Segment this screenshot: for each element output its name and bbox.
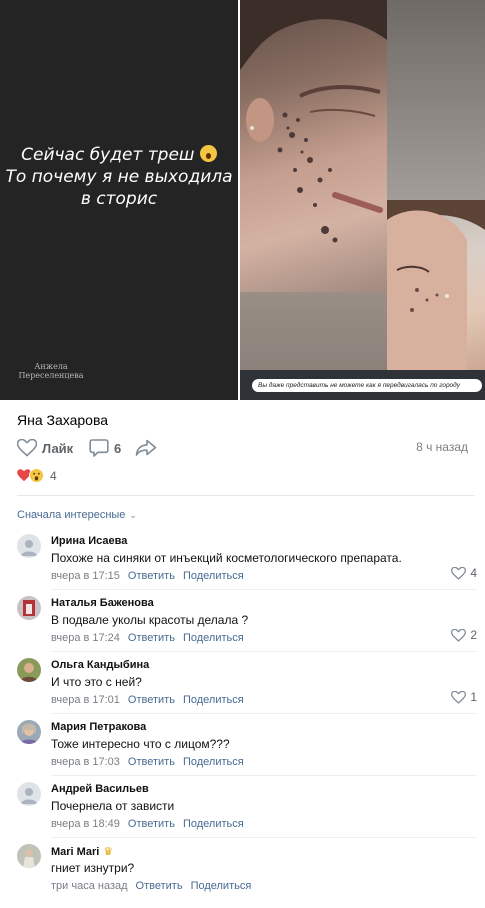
like-label: Лайк [42,440,74,456]
background-photo [387,0,485,200]
comment-author[interactable]: Андрей Васильев [51,783,149,795]
reply-link[interactable]: Ответить [128,694,175,706]
reply-link[interactable]: Ответить [128,818,175,830]
share-icon [135,439,157,456]
comment-time[interactable]: вчера в 17:01 [51,694,120,706]
comment-like-button[interactable]: 4 [451,566,477,580]
heart-icon [451,690,467,704]
comment-text: гниет изнутри? [51,861,135,875]
divider [51,837,477,838]
comment-item: Наталья Баженова В подвале уколы красоты… [17,594,477,654]
share-link[interactable]: Поделиться [183,694,244,706]
divider [51,651,477,652]
comment-icon [89,439,109,457]
comment-meta: вчера в 17:01 Ответить Поделиться [51,694,244,706]
share-link[interactable]: Поделиться [183,818,244,830]
comment-author[interactable]: Mari Mari ♛ [51,845,113,858]
comment-text: И что это с ней? [51,675,142,689]
like-button[interactable]: Лайк [17,436,73,460]
comment-time[interactable]: три часа назад [51,880,128,892]
face-photo-main [240,0,387,292]
reactions-summary[interactable]: 4 [17,468,57,483]
avatar[interactable] [17,844,41,868]
reaction-count: 4 [50,468,57,483]
comment-text: Тоже интересно что с лицом??? [51,737,230,751]
comment-like-count: 1 [470,690,477,704]
watermark: Анжела Переселенцева [18,362,84,380]
comment-time[interactable]: вчера в 17:15 [51,570,120,582]
comment-meta: вчера в 17:03 Ответить Поделиться [51,756,244,768]
comment-meta: три часа назад Ответить Поделиться [51,880,251,892]
post-media[interactable]: Сейчас будет треш То почему я не выходил… [0,0,485,400]
comment-meta: вчера в 17:15 Ответить Поделиться [51,570,244,582]
comment-item: Ольга Кандыбина И что это с ней? вчера в… [17,656,477,716]
comment-author[interactable]: Ирина Исаева [51,535,127,547]
avatar[interactable] [17,596,41,620]
comment-like-count: 2 [470,628,477,642]
story-caption-bar: Вы даже представить не можете как я пере… [240,370,485,400]
sort-label: Сначала интересные [17,509,126,521]
comment-like-count: 4 [470,566,477,580]
comment-author[interactable]: Наталья Баженова [51,597,154,609]
reply-link[interactable]: Ответить [128,756,175,768]
comment-text: В подвале уколы красоты делала ? [51,613,249,627]
comment-button[interactable]: 6 [89,436,121,460]
comment-sort-dropdown[interactable]: Сначала интересные ⌄ [17,509,137,521]
divider [51,589,477,590]
heart-icon [451,628,467,642]
comment-time[interactable]: вчера в 17:24 [51,632,120,644]
reply-link[interactable]: Ответить [128,570,175,582]
comment-time[interactable]: вчера в 17:03 [51,756,120,768]
avatar[interactable] [17,782,41,806]
divider [17,495,475,496]
story-caption: Вы даже представить не можете как я пере… [252,379,482,392]
share-button[interactable] [135,436,157,460]
comment-like-button[interactable]: 1 [451,690,477,704]
comment-meta: вчера в 18:49 Ответить Поделиться [51,818,244,830]
comment-item: Ирина Исаева Похоже на синяки от инъекци… [17,532,477,592]
comment-author[interactable]: Мария Петракова [51,721,146,733]
comment-time[interactable]: вчера в 18:49 [51,818,120,830]
chevron-down-icon: ⌄ [129,509,137,520]
comment-like-button[interactable]: 2 [451,628,477,642]
comment-count: 6 [114,440,122,456]
divider [51,775,477,776]
comment-meta: вчера в 17:24 Ответить Поделиться [51,632,244,644]
background-photo-bottom [240,292,387,370]
story-text-panel: Сейчас будет треш То почему я не выходил… [0,0,238,400]
wow-reaction-icon [29,468,44,483]
crown-icon: ♛ [103,846,114,858]
share-link[interactable]: Поделиться [183,756,244,768]
scream-emoji-icon [199,145,217,162]
reply-link[interactable]: Ответить [136,880,183,892]
story-photo-panel: Вы даже представить не можете как я пере… [240,0,485,400]
share-link[interactable]: Поделиться [191,880,252,892]
comment-item: Mari Mari ♛ гниет изнутри? три часа назад… [17,842,477,902]
comment-item: Андрей Васильев Почернела от зависти вче… [17,780,477,840]
share-link[interactable]: Поделиться [183,570,244,582]
divider [51,713,477,714]
avatar[interactable] [17,534,41,558]
avatar[interactable] [17,658,41,682]
avatar[interactable] [17,720,41,744]
reply-link[interactable]: Ответить [128,632,175,644]
post-author[interactable]: Яна Захарова [17,412,108,428]
comment-text: Почернела от зависти [51,799,175,813]
heart-icon [451,566,467,580]
face-photo-small [387,200,485,370]
post-actions: Лайк 6 8 ч назад [17,436,477,460]
share-link[interactable]: Поделиться [183,632,244,644]
heart-icon [17,439,37,457]
story-text: Сейчас будет треш То почему я не выходил… [5,145,233,209]
post-time: 8 ч назад [416,440,468,454]
comment-author[interactable]: Ольга Кандыбина [51,659,149,671]
comment-item: Мария Петракова Тоже интересно что с лиц… [17,718,477,778]
comment-text: Похоже на синяки от инъекций косметологи… [51,551,402,565]
